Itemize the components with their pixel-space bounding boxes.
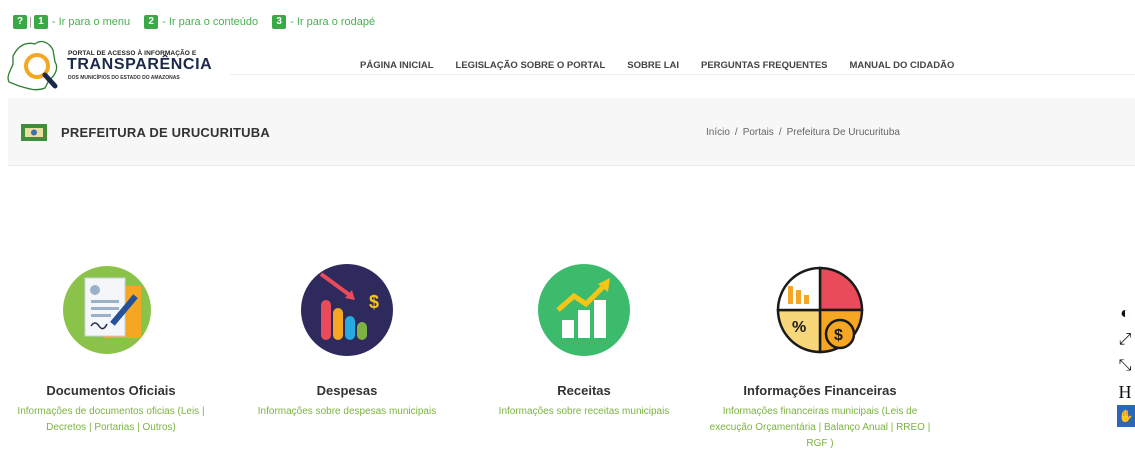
skip-key-footer[interactable]: 3 (272, 15, 287, 29)
breadcrumb-current: Prefeitura De Urucurituba (786, 127, 900, 138)
breadcrumb-portals[interactable]: Portais (743, 127, 774, 138)
card-description: Informações de documentos oficias (Leis … (17, 406, 205, 433)
skip-link-footer[interactable]: - Ir para o rodapé (290, 16, 375, 28)
skip-links-bar: ? | 1 - Ir para o menu 2 - Ir para o con… (13, 14, 375, 30)
nav-about-lai[interactable]: SOBRE LAI (627, 60, 679, 71)
card-title: Receitas (557, 383, 611, 398)
card-description: Informações sobre despesas municipais (257, 406, 437, 417)
accessibility-toolbar: ◐ ⤢ ⤡ H ✋ (1115, 301, 1135, 427)
card-despesas[interactable]: $ Despesas Informações sobre despesas mu… (237, 262, 457, 420)
portal-logo[interactable]: PORTAL DE ACESSO À INFORMAÇÃO E TRANSPAR… (5, 36, 225, 96)
nav-faq[interactable]: PERGUNTAS FREQUENTES (701, 60, 828, 71)
shrink-font-icon[interactable]: ⤡ (1115, 353, 1135, 379)
magnifier-map-icon (7, 40, 58, 91)
card-title: Informações Financeiras (743, 383, 897, 398)
card-title: Despesas (316, 383, 378, 398)
card-receitas[interactable]: Receitas Informações sobre receitas muni… (474, 262, 694, 420)
skip-link-content[interactable]: - Ir para o conteúdo (162, 16, 258, 28)
documents-icon (63, 266, 151, 354)
nav-manual[interactable]: MANUAL DO CIDADÃO (850, 60, 955, 71)
card-description: Informações sobre receitas municipais (498, 406, 670, 417)
logo-line2: TRANSPARÊNCIA (67, 56, 213, 73)
municipal-flag-icon (21, 124, 47, 141)
svg-text:$: $ (834, 327, 843, 344)
skip-key-menu[interactable]: 1 (33, 15, 48, 29)
page-header-band: PREFEITURA DE URUCURITUBA Início / Portais… (8, 98, 1135, 166)
financial-info-icon: $ % (776, 266, 864, 354)
libras-icon[interactable]: ✋ (1117, 405, 1135, 427)
breadcrumb-home[interactable]: Início (706, 127, 730, 138)
nav-legislation[interactable]: LEGISLAÇÃO SOBRE O PORTAL (456, 60, 606, 71)
font-toggle-icon[interactable]: H (1115, 379, 1135, 405)
enlarge-font-icon[interactable]: ⤢ (1115, 327, 1135, 353)
skip-link-menu[interactable]: - Ir para o menu (52, 16, 130, 28)
card-documentos-oficiais[interactable]: Documentos Oficiais Informações de docum… (0, 262, 222, 436)
contrast-icon[interactable]: ◐ (1115, 301, 1135, 327)
main-nav: PÁGINA INICIAL LEGISLAÇÃO SOBRE O PORTAL… (360, 60, 976, 71)
card-title: Documentos Oficiais (46, 383, 176, 398)
svg-text:$: $ (369, 292, 379, 312)
card-informacoes-financeiras[interactable]: $ % Informações Financeiras Informações … (700, 262, 940, 451)
help-key[interactable]: ? (13, 15, 27, 29)
nav-home[interactable]: PÁGINA INICIAL (360, 60, 434, 71)
revenue-chart-icon (538, 264, 630, 356)
skip-key-content[interactable]: 2 (144, 15, 159, 29)
breadcrumb: Início / Portais / Prefeitura De Urucurituba (706, 127, 900, 138)
nav-divider (230, 74, 1135, 75)
svg-text:%: % (792, 319, 806, 336)
card-description: Informações financeiras municipais (Leis… (709, 406, 931, 449)
expenses-chart-icon: $ (301, 264, 393, 356)
page-title: PREFEITURA DE URUCURITUBA (61, 125, 270, 140)
logo-line3: DOS MUNICÍPIOS DO ESTADO DO AMAZONAS (68, 75, 180, 81)
